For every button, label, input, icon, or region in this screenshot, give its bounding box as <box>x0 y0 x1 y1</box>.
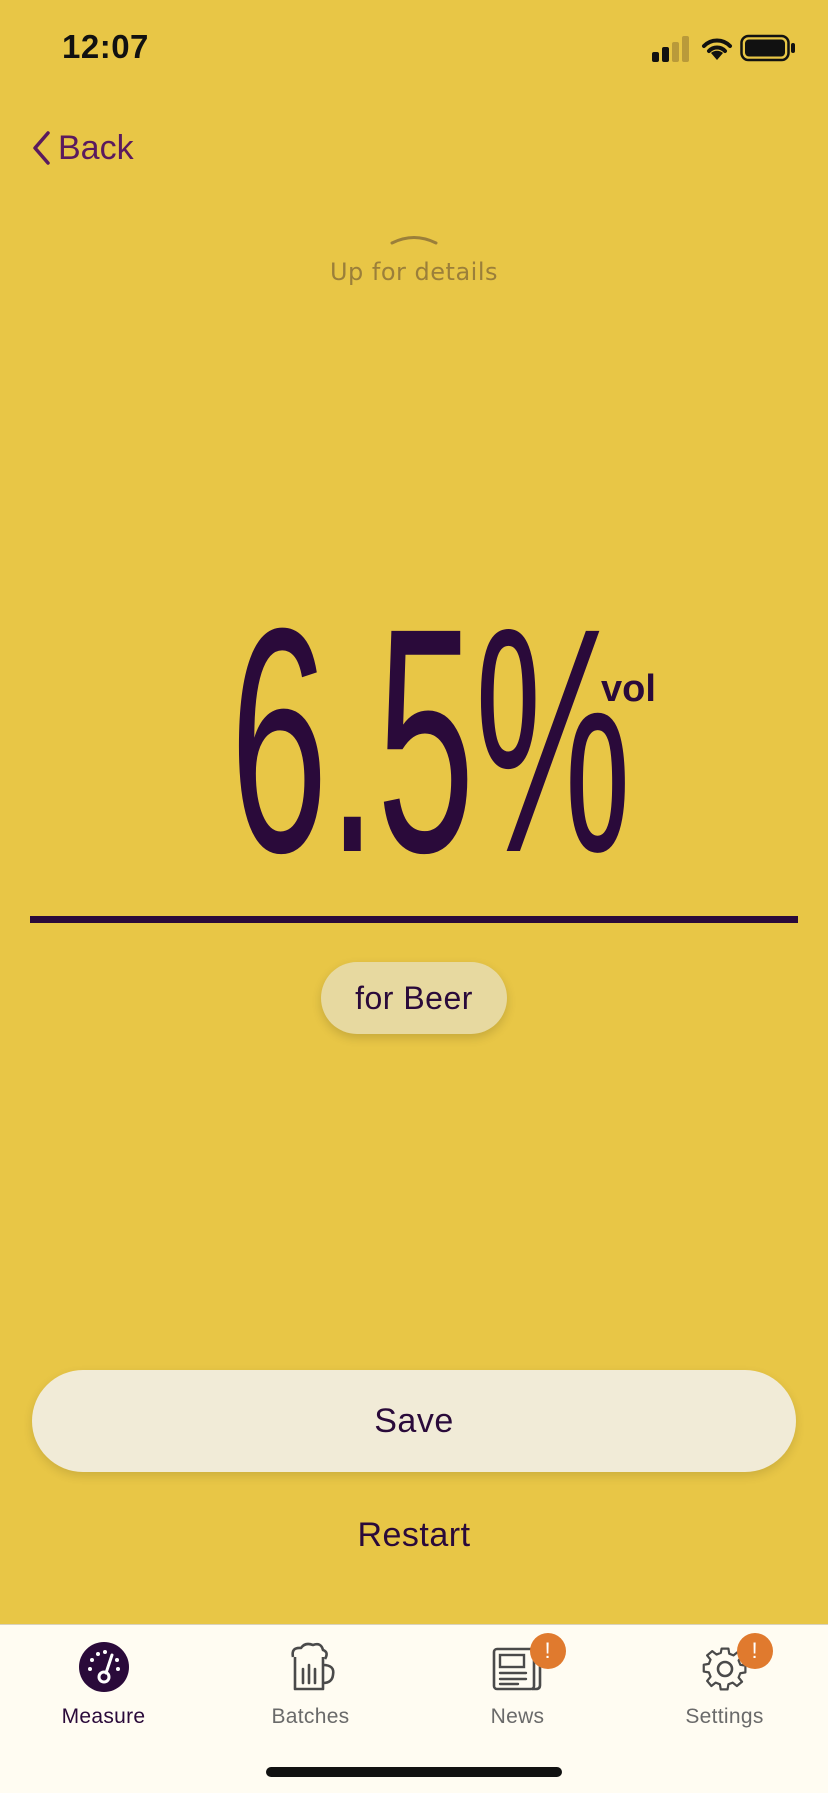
tab-settings-label: Settings <box>685 1705 764 1728</box>
back-button[interactable]: Back <box>30 128 134 168</box>
news-badge: ! <box>529 1633 566 1669</box>
abv-value: 6.5% <box>230 561 632 919</box>
beer-mug-icon <box>290 1642 335 1691</box>
home-indicator <box>266 1767 562 1777</box>
details-hint[interactable]: Up for details <box>0 232 828 286</box>
back-label: Back <box>58 128 134 167</box>
battery-icon <box>740 34 795 62</box>
chevron-up-icon <box>390 236 438 245</box>
settings-badge: ! <box>736 1633 773 1669</box>
tab-batches-label: Batches <box>271 1705 350 1728</box>
gauge-icon <box>78 1642 129 1692</box>
status-time: 12:07 <box>62 28 149 65</box>
restart-button[interactable]: Restart <box>0 1516 828 1566</box>
tab-measure[interactable]: Measure <box>0 1639 207 1729</box>
wifi-icon <box>702 38 732 60</box>
status-bar: 12:07 <box>0 0 828 100</box>
reading-divider <box>30 916 798 923</box>
tab-measure-label: Measure <box>61 1705 146 1728</box>
tab-batches[interactable]: Batches <box>207 1639 414 1729</box>
tab-bar: Measure Batches ! News ! Settings <box>0 1624 828 1793</box>
tab-news[interactable]: ! News <box>414 1633 621 1729</box>
abv-reading: 6.5% vol <box>0 561 828 919</box>
chevron-left-icon <box>33 131 50 165</box>
abv-unit: vol <box>601 668 656 710</box>
signal-icon <box>652 36 689 62</box>
save-button[interactable]: Save <box>32 1370 796 1472</box>
details-hint-label: Up for details <box>329 258 498 286</box>
beverage-type-pill[interactable]: for Beer <box>321 962 507 1034</box>
tab-settings[interactable]: ! Settings <box>621 1633 828 1729</box>
tab-news-label: News <box>490 1705 545 1728</box>
